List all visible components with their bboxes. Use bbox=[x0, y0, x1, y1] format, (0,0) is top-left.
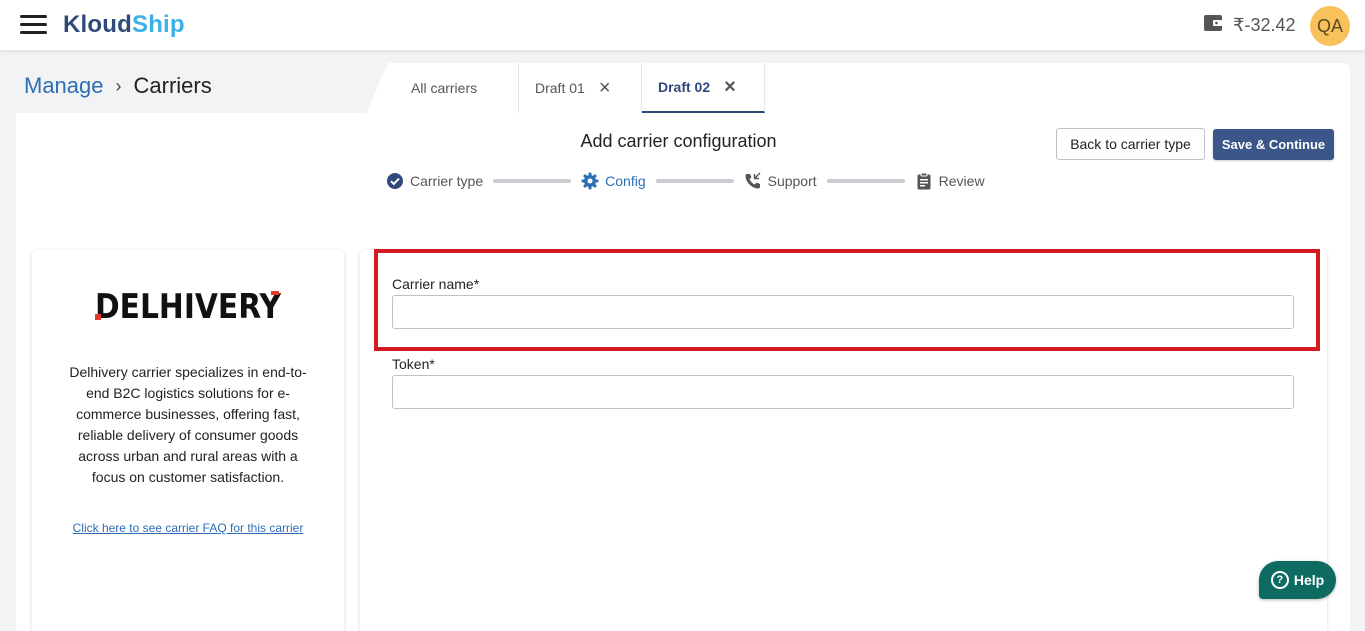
breadcrumb: Manage › Carriers bbox=[24, 73, 212, 99]
wallet-icon[interactable] bbox=[1203, 14, 1223, 32]
step-label: Support bbox=[767, 173, 817, 189]
close-icon[interactable]: × bbox=[724, 77, 736, 97]
chevron-right-icon: › bbox=[115, 75, 122, 96]
carrier-name-input[interactable] bbox=[392, 295, 1294, 329]
step-label: Config bbox=[605, 173, 646, 189]
phone-icon bbox=[744, 172, 762, 190]
save-continue-button[interactable]: Save & Continue bbox=[1213, 129, 1334, 160]
check-circle-icon bbox=[386, 172, 404, 190]
step-review[interactable]: Review bbox=[915, 172, 985, 190]
step-connector bbox=[826, 179, 905, 183]
step-connector bbox=[655, 179, 734, 183]
tabs-strip-background bbox=[763, 63, 1350, 114]
clipboard-icon bbox=[915, 172, 933, 190]
token-label: Token* bbox=[392, 356, 435, 372]
delhivery-logo: DELHIVERY bbox=[95, 289, 281, 321]
step-label: Carrier type bbox=[410, 173, 484, 189]
close-icon[interactable]: × bbox=[599, 78, 611, 98]
tab-draft-01[interactable]: Draft 01 × bbox=[519, 63, 642, 113]
menu-icon[interactable] bbox=[20, 15, 47, 35]
tab-bar: All carriers Draft 01 × Draft 02 × bbox=[366, 63, 765, 113]
tab-label: Draft 01 bbox=[535, 80, 585, 96]
step-support[interactable]: Support bbox=[744, 172, 817, 190]
logo-text-part2: Ship bbox=[131, 11, 185, 38]
logo-text-part1: Kloud bbox=[63, 11, 132, 38]
help-button[interactable]: ? Help bbox=[1259, 561, 1336, 599]
breadcrumb-current: Carriers bbox=[133, 73, 212, 98]
avatar[interactable]: QA bbox=[1310, 6, 1350, 46]
carrier-description: Delhivery carrier specializes in end-to-… bbox=[69, 364, 307, 485]
question-icon: ? bbox=[1270, 571, 1289, 589]
tab-all-carriers[interactable]: All carriers bbox=[366, 63, 519, 113]
token-input[interactable] bbox=[392, 375, 1294, 409]
help-label: Help bbox=[1293, 572, 1325, 588]
step-label: Review bbox=[938, 173, 985, 189]
step-carrier-type[interactable]: Carrier type bbox=[386, 172, 483, 190]
wallet-balance: ₹-32.42 bbox=[1233, 15, 1296, 35]
carrier-name-label: Carrier name* bbox=[392, 276, 480, 292]
step-connector bbox=[493, 179, 572, 183]
top-bar: KloudShip ₹-32.42 QA bbox=[0, 0, 1365, 51]
gear-icon bbox=[581, 172, 599, 190]
app-logo[interactable]: KloudShip bbox=[63, 11, 185, 39]
stepper: Carrier type Config Support Review bbox=[386, 171, 985, 191]
tab-draft-02[interactable]: Draft 02 × bbox=[642, 63, 765, 113]
step-config[interactable]: Config bbox=[581, 172, 646, 190]
svg-text:DELHIVERY: DELHIVERY bbox=[95, 289, 281, 321]
carrier-faq-link[interactable]: Click here to see carrier FAQ for this c… bbox=[32, 521, 344, 535]
breadcrumb-manage[interactable]: Manage bbox=[24, 73, 104, 99]
back-to-carrier-type-button[interactable]: Back to carrier type bbox=[1056, 128, 1205, 160]
tab-label: Draft 02 bbox=[658, 79, 711, 95]
tab-label: All carriers bbox=[411, 80, 478, 96]
